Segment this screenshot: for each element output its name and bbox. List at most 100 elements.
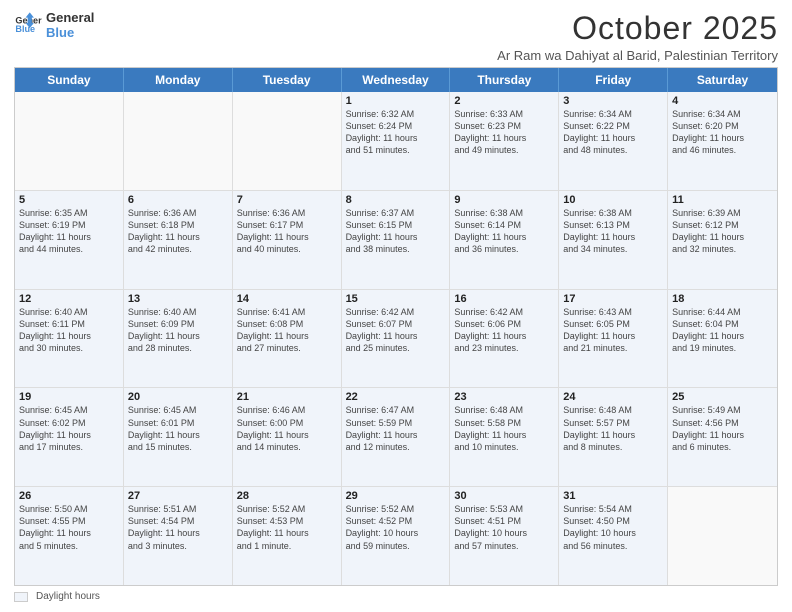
- cal-week-2: 5Sunrise: 6:35 AM Sunset: 6:19 PM Daylig…: [15, 191, 777, 290]
- day-number: 15: [346, 293, 446, 305]
- legend: Daylight hours: [14, 591, 778, 602]
- logo-line2: Blue: [46, 25, 94, 40]
- day-info: Sunrise: 5:51 AM Sunset: 4:54 PM Dayligh…: [128, 503, 228, 552]
- day-info: Sunrise: 6:42 AM Sunset: 6:06 PM Dayligh…: [454, 306, 554, 355]
- subtitle: Ar Ram wa Dahiyat al Barid, Palestinian …: [497, 48, 778, 63]
- day-info: Sunrise: 6:33 AM Sunset: 6:23 PM Dayligh…: [454, 108, 554, 157]
- header-cell-sunday: Sunday: [15, 68, 124, 92]
- day-info: Sunrise: 6:36 AM Sunset: 6:17 PM Dayligh…: [237, 207, 337, 256]
- calendar-body: 1Sunrise: 6:32 AM Sunset: 6:24 PM Daylig…: [15, 92, 777, 585]
- cal-cell: [124, 92, 233, 190]
- day-info: Sunrise: 6:38 AM Sunset: 6:14 PM Dayligh…: [454, 207, 554, 256]
- calendar-header: SundayMondayTuesdayWednesdayThursdayFrid…: [15, 68, 777, 92]
- day-number: 17: [563, 293, 663, 305]
- cal-week-5: 26Sunrise: 5:50 AM Sunset: 4:55 PM Dayli…: [15, 487, 777, 585]
- day-number: 26: [19, 490, 119, 502]
- cal-week-1: 1Sunrise: 6:32 AM Sunset: 6:24 PM Daylig…: [15, 92, 777, 191]
- day-number: 19: [19, 391, 119, 403]
- cal-cell: 25Sunrise: 5:49 AM Sunset: 4:56 PM Dayli…: [668, 388, 777, 486]
- day-info: Sunrise: 5:49 AM Sunset: 4:56 PM Dayligh…: [672, 404, 773, 453]
- day-info: Sunrise: 6:44 AM Sunset: 6:04 PM Dayligh…: [672, 306, 773, 355]
- day-number: 25: [672, 391, 773, 403]
- day-info: Sunrise: 6:40 AM Sunset: 6:11 PM Dayligh…: [19, 306, 119, 355]
- cal-cell: 31Sunrise: 5:54 AM Sunset: 4:50 PM Dayli…: [559, 487, 668, 585]
- day-number: 13: [128, 293, 228, 305]
- day-number: 20: [128, 391, 228, 403]
- day-number: 4: [672, 95, 773, 107]
- cal-cell: 20Sunrise: 6:45 AM Sunset: 6:01 PM Dayli…: [124, 388, 233, 486]
- day-info: Sunrise: 6:48 AM Sunset: 5:58 PM Dayligh…: [454, 404, 554, 453]
- day-info: Sunrise: 6:34 AM Sunset: 6:20 PM Dayligh…: [672, 108, 773, 157]
- day-number: 29: [346, 490, 446, 502]
- day-info: Sunrise: 5:52 AM Sunset: 4:52 PM Dayligh…: [346, 503, 446, 552]
- day-info: Sunrise: 6:41 AM Sunset: 6:08 PM Dayligh…: [237, 306, 337, 355]
- day-info: Sunrise: 6:42 AM Sunset: 6:07 PM Dayligh…: [346, 306, 446, 355]
- cal-cell: 16Sunrise: 6:42 AM Sunset: 6:06 PM Dayli…: [450, 290, 559, 388]
- day-info: Sunrise: 6:43 AM Sunset: 6:05 PM Dayligh…: [563, 306, 663, 355]
- cal-cell: 21Sunrise: 6:46 AM Sunset: 6:00 PM Dayli…: [233, 388, 342, 486]
- svg-text:Blue: Blue: [15, 24, 35, 34]
- header-cell-friday: Friday: [559, 68, 668, 92]
- day-number: 9: [454, 194, 554, 206]
- day-info: Sunrise: 5:53 AM Sunset: 4:51 PM Dayligh…: [454, 503, 554, 552]
- day-info: Sunrise: 6:38 AM Sunset: 6:13 PM Dayligh…: [563, 207, 663, 256]
- cal-cell: 15Sunrise: 6:42 AM Sunset: 6:07 PM Dayli…: [342, 290, 451, 388]
- cal-cell: 8Sunrise: 6:37 AM Sunset: 6:15 PM Daylig…: [342, 191, 451, 289]
- cal-cell: 18Sunrise: 6:44 AM Sunset: 6:04 PM Dayli…: [668, 290, 777, 388]
- day-number: 16: [454, 293, 554, 305]
- cal-week-4: 19Sunrise: 6:45 AM Sunset: 6:02 PM Dayli…: [15, 388, 777, 487]
- day-number: 5: [19, 194, 119, 206]
- cal-cell: 26Sunrise: 5:50 AM Sunset: 4:55 PM Dayli…: [15, 487, 124, 585]
- day-number: 3: [563, 95, 663, 107]
- cal-cell: 27Sunrise: 5:51 AM Sunset: 4:54 PM Dayli…: [124, 487, 233, 585]
- day-info: Sunrise: 6:37 AM Sunset: 6:15 PM Dayligh…: [346, 207, 446, 256]
- day-number: 10: [563, 194, 663, 206]
- cal-cell: 12Sunrise: 6:40 AM Sunset: 6:11 PM Dayli…: [15, 290, 124, 388]
- cal-cell: 2Sunrise: 6:33 AM Sunset: 6:23 PM Daylig…: [450, 92, 559, 190]
- day-info: Sunrise: 6:39 AM Sunset: 6:12 PM Dayligh…: [672, 207, 773, 256]
- cal-cell: 14Sunrise: 6:41 AM Sunset: 6:08 PM Dayli…: [233, 290, 342, 388]
- day-number: 31: [563, 490, 663, 502]
- day-info: Sunrise: 5:52 AM Sunset: 4:53 PM Dayligh…: [237, 503, 337, 552]
- header-cell-thursday: Thursday: [450, 68, 559, 92]
- logo-icon: General Blue: [14, 11, 42, 39]
- day-number: 27: [128, 490, 228, 502]
- day-number: 2: [454, 95, 554, 107]
- cal-cell: 28Sunrise: 5:52 AM Sunset: 4:53 PM Dayli…: [233, 487, 342, 585]
- legend-label: Daylight hours: [36, 591, 100, 602]
- cal-week-3: 12Sunrise: 6:40 AM Sunset: 6:11 PM Dayli…: [15, 290, 777, 389]
- day-number: 14: [237, 293, 337, 305]
- cal-cell: [15, 92, 124, 190]
- day-info: Sunrise: 6:48 AM Sunset: 5:57 PM Dayligh…: [563, 404, 663, 453]
- day-number: 21: [237, 391, 337, 403]
- logo-line1: General: [46, 10, 94, 25]
- cal-cell: 5Sunrise: 6:35 AM Sunset: 6:19 PM Daylig…: [15, 191, 124, 289]
- day-info: Sunrise: 6:36 AM Sunset: 6:18 PM Dayligh…: [128, 207, 228, 256]
- cal-cell: 11Sunrise: 6:39 AM Sunset: 6:12 PM Dayli…: [668, 191, 777, 289]
- calendar: SundayMondayTuesdayWednesdayThursdayFrid…: [14, 67, 778, 586]
- day-info: Sunrise: 6:45 AM Sunset: 6:02 PM Dayligh…: [19, 404, 119, 453]
- day-number: 18: [672, 293, 773, 305]
- page: General Blue General Blue October 2025 A…: [0, 0, 792, 612]
- cal-cell: 9Sunrise: 6:38 AM Sunset: 6:14 PM Daylig…: [450, 191, 559, 289]
- cal-cell: 6Sunrise: 6:36 AM Sunset: 6:18 PM Daylig…: [124, 191, 233, 289]
- day-number: 11: [672, 194, 773, 206]
- month-title: October 2025: [497, 10, 778, 47]
- day-number: 23: [454, 391, 554, 403]
- day-number: 7: [237, 194, 337, 206]
- header-cell-wednesday: Wednesday: [342, 68, 451, 92]
- day-number: 8: [346, 194, 446, 206]
- cal-cell: [668, 487, 777, 585]
- day-info: Sunrise: 5:50 AM Sunset: 4:55 PM Dayligh…: [19, 503, 119, 552]
- cal-cell: 13Sunrise: 6:40 AM Sunset: 6:09 PM Dayli…: [124, 290, 233, 388]
- cal-cell: 7Sunrise: 6:36 AM Sunset: 6:17 PM Daylig…: [233, 191, 342, 289]
- cal-cell: 3Sunrise: 6:34 AM Sunset: 6:22 PM Daylig…: [559, 92, 668, 190]
- cal-cell: 17Sunrise: 6:43 AM Sunset: 6:05 PM Dayli…: [559, 290, 668, 388]
- day-number: 28: [237, 490, 337, 502]
- header-cell-monday: Monday: [124, 68, 233, 92]
- day-info: Sunrise: 6:47 AM Sunset: 5:59 PM Dayligh…: [346, 404, 446, 453]
- header-cell-saturday: Saturday: [668, 68, 777, 92]
- day-info: Sunrise: 6:46 AM Sunset: 6:00 PM Dayligh…: [237, 404, 337, 453]
- legend-box: [14, 592, 28, 602]
- day-info: Sunrise: 6:32 AM Sunset: 6:24 PM Dayligh…: [346, 108, 446, 157]
